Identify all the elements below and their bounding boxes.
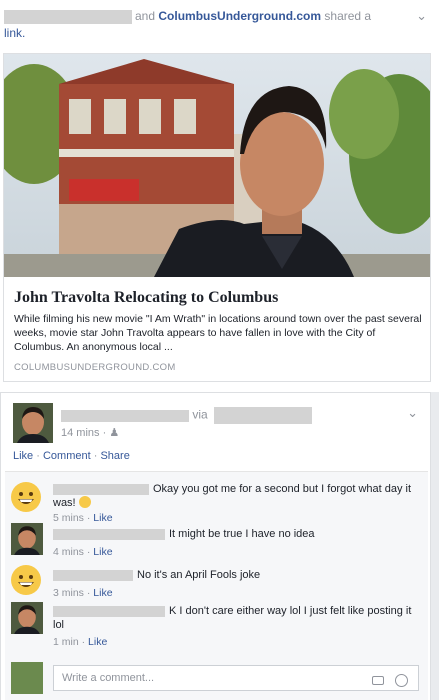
like-button[interactable]: Like <box>13 450 33 462</box>
share-post: via 14 mins · ♟ ⌄ Like · Comment · Share… <box>0 392 431 700</box>
comment-time[interactable]: 4 mins <box>53 546 84 558</box>
comment: No it's an April Fools joke 3 mins · Lik… <box>11 565 421 599</box>
comment-meta: 4 mins · Like <box>53 546 113 558</box>
comment-button[interactable]: Comment <box>43 450 91 462</box>
redacted-name[interactable] <box>53 483 149 495</box>
redacted-name[interactable] <box>53 569 133 581</box>
via-label: via <box>192 407 208 422</box>
comment-meta: 3 mins · Like <box>53 587 113 599</box>
redacted-name[interactable] <box>213 407 312 424</box>
comment-like-button[interactable]: Like <box>93 512 112 524</box>
comment-like-button[interactable]: Like <box>93 587 112 599</box>
link-domain: COLUMBUSUNDERGROUND.COM <box>14 362 176 373</box>
comment: Okay you got me for a second but I forgo… <box>11 482 421 524</box>
comment-text: It might be true I have no idea <box>169 528 315 540</box>
separator: · <box>36 450 40 462</box>
header-link-word[interactable]: link. <box>4 26 25 40</box>
header-shared-a: shared a <box>324 9 372 23</box>
post-actions: Like · Comment · Share <box>13 450 130 462</box>
write-comment-row: Write a comment... <box>11 662 419 694</box>
post-meta: 14 mins · ♟ <box>61 427 120 439</box>
link-title[interactable]: John Travolta Relocating to Columbus <box>14 289 278 307</box>
chevron-down-icon[interactable]: ⌄ <box>407 405 418 421</box>
comment-time[interactable]: 1 min <box>53 636 79 648</box>
redacted-name[interactable] <box>53 528 165 540</box>
camera-icon[interactable] <box>372 676 384 685</box>
link-preview-image[interactable] <box>4 54 430 277</box>
link-preview-card[interactable]: John Travolta Relocating to Columbus Whi… <box>3 53 431 382</box>
page-link[interactable]: ColumbusUnderground.com <box>158 9 321 23</box>
grinning-emoji-icon[interactable] <box>11 565 41 595</box>
avatar[interactable] <box>11 602 43 634</box>
comment-input-placeholder: Write a comment... <box>62 672 155 684</box>
comment-body: It might be true I have no idea <box>53 527 419 541</box>
link-description: While filming his new movie "I Am Wrath"… <box>14 313 422 353</box>
comment-time[interactable]: 5 mins <box>53 512 84 524</box>
friends-icon[interactable]: ♟ <box>109 427 119 439</box>
header-and: and <box>135 9 156 23</box>
avatar[interactable] <box>11 523 43 555</box>
comment-body: No it's an April Fools joke <box>53 568 419 582</box>
comment-body: Okay you got me for a second but I forgo… <box>53 482 419 510</box>
comment-text: No it's an April Fools joke <box>137 569 261 581</box>
comment-body: K I don't care either way lol I just fel… <box>53 604 419 632</box>
comment-input[interactable]: Write a comment... <box>53 665 419 691</box>
grinning-emoji-icon <box>78 496 91 508</box>
emoji-icon[interactable] <box>395 674 408 687</box>
comment-like-button[interactable]: Like <box>88 636 107 648</box>
post-timestamp[interactable]: 14 mins <box>61 427 100 439</box>
post-author-line: via <box>61 407 312 424</box>
share-button[interactable]: Share <box>100 450 129 462</box>
redacted-name[interactable] <box>61 409 189 422</box>
redacted-name[interactable] <box>53 605 165 617</box>
separator: · <box>93 450 98 462</box>
post-header: and ColumbusUnderground.com shared a lin… <box>4 8 404 42</box>
comments-section: Okay you got me for a second but I forgo… <box>5 471 428 700</box>
avatar <box>11 662 43 694</box>
redacted-name <box>4 9 132 24</box>
comment-meta: 1 min · Like <box>53 636 108 648</box>
comment-time[interactable]: 3 mins <box>53 587 84 599</box>
chevron-down-icon[interactable]: ⌄ <box>416 8 427 24</box>
comment-like-button[interactable]: Like <box>93 546 112 558</box>
grinning-emoji-icon[interactable] <box>11 482 41 512</box>
avatar[interactable] <box>13 403 53 443</box>
shared-link-post: and ColumbusUnderground.com shared a lin… <box>0 0 439 392</box>
comment-meta: 5 mins · Like <box>53 512 113 524</box>
